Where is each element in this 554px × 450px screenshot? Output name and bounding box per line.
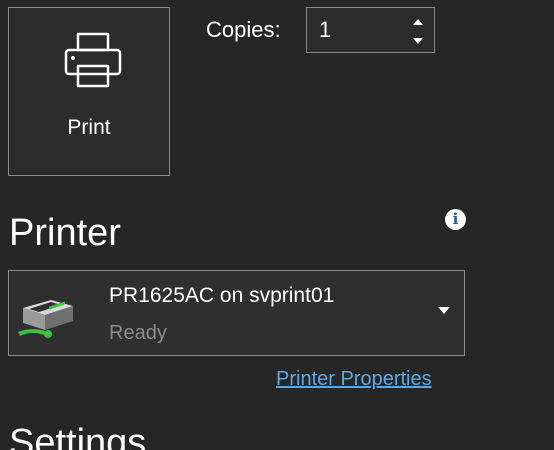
copies-label: Copies:	[206, 17, 281, 42]
printer-dropdown[interactable]: PR1625AC on svprint01 Ready	[8, 270, 465, 356]
print-button[interactable]: Print	[8, 7, 170, 176]
chevron-down-icon	[438, 307, 450, 314]
copies-stepper	[306, 7, 435, 53]
printer-properties-link[interactable]: Printer Properties	[276, 368, 432, 391]
copies-input[interactable]	[307, 8, 407, 52]
printer-name: PR1625AC on svprint01	[109, 284, 335, 307]
copies-increment-button[interactable]	[410, 14, 426, 30]
network-printer-icon	[18, 300, 73, 338]
printer-status: Ready	[109, 322, 167, 344]
print-button-label: Print	[67, 116, 111, 139]
print-backstage-panel: Print Copies: Printer i PR1625AC on svpr…	[0, 0, 554, 450]
printer-icon	[64, 32, 122, 88]
printer-heading: Printer	[9, 212, 121, 254]
copies-decrement-button[interactable]	[410, 33, 426, 49]
info-icon[interactable]: i	[445, 209, 466, 230]
settings-heading: Settings	[9, 422, 147, 450]
